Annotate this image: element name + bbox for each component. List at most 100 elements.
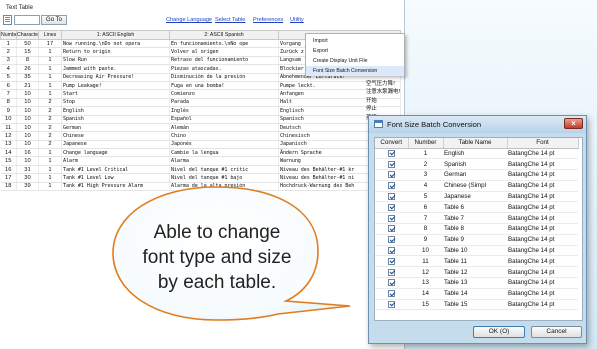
table-cell[interactable]: Table 9 xyxy=(443,234,507,246)
table-cell[interactable]: BatangChe 14 pt xyxy=(507,234,578,246)
conversion-row[interactable]: 8 Table 8 BatangChe 14 pt xyxy=(375,223,578,235)
font-size-batch-conversion-dialog: Font Size Batch Conversion × Convert Num… xyxy=(368,115,587,344)
table-cell[interactable]: 10 xyxy=(408,245,443,257)
conversion-row[interactable]: 5 Japanese BatangChe 14 pt xyxy=(375,191,578,203)
table-cell[interactable]: BatangChe 14 pt xyxy=(507,169,578,181)
conversion-row[interactable]: 10 Table 10 BatangChe 14 pt xyxy=(375,245,578,257)
table-cell[interactable]: BatangChe 14 pt xyxy=(507,223,578,235)
table-cell[interactable]: 2 xyxy=(408,158,443,171)
convert-checkbox[interactable] xyxy=(388,203,395,211)
table-cell[interactable]: 3 xyxy=(408,169,443,181)
ok-button[interactable]: OK (O) xyxy=(473,326,525,338)
table-cell[interactable]: 4 xyxy=(408,180,443,192)
table-cell[interactable]: 9 xyxy=(408,234,443,246)
table-cell[interactable]: BatangChe 14 pt xyxy=(507,191,578,203)
table-cell[interactable]: BatangChe 14 pt xyxy=(507,201,578,214)
convert-cell xyxy=(375,169,408,181)
conversion-table-body: 1 English BatangChe 14 pt 2 Spanish BatangChe… xyxy=(375,148,578,311)
convert-checkbox[interactable] xyxy=(388,300,395,308)
callout-text: Able to change font type and size by eac… xyxy=(133,220,301,295)
convert-cell xyxy=(375,277,408,289)
convert-cell xyxy=(375,191,408,203)
conversion-row[interactable]: 4 Chinese (Simpl BatangChe 14 pt xyxy=(375,180,578,192)
convert-cell xyxy=(375,266,408,279)
conversion-row[interactable]: 1 English BatangChe 14 pt xyxy=(375,148,578,160)
table-cell[interactable]: Table 14 xyxy=(443,288,507,300)
table-cell[interactable]: Spanish xyxy=(443,158,507,171)
table-cell[interactable]: 14 xyxy=(408,288,443,300)
convert-checkbox[interactable] xyxy=(388,214,395,222)
convert-cell xyxy=(375,180,408,192)
table-cell[interactable]: BatangChe 14 pt xyxy=(507,299,578,311)
cancel-button[interactable]: Cancel xyxy=(531,326,582,338)
convert-cell xyxy=(375,148,408,160)
table-cell[interactable]: 11 xyxy=(408,255,443,268)
table-cell[interactable]: 6 xyxy=(408,201,443,214)
convert-checkbox[interactable] xyxy=(388,182,395,190)
convert-checkbox[interactable] xyxy=(388,290,395,298)
convert-checkbox[interactable] xyxy=(388,279,395,287)
convert-checkbox[interactable] xyxy=(388,171,395,179)
table-cell[interactable]: Table 8 xyxy=(443,223,507,235)
conversion-table: Convert Number Table Name Font 1 English B… xyxy=(375,138,579,311)
table-cell[interactable]: 13 xyxy=(408,277,443,289)
table-cell[interactable]: 7 xyxy=(408,212,443,225)
table-cell[interactable]: Table 11 xyxy=(443,255,507,268)
dialog-table-panel: Convert Number Table Name Font 1 English B… xyxy=(374,137,583,321)
table-cell[interactable]: BatangChe 14 pt xyxy=(507,148,578,160)
convert-checkbox[interactable] xyxy=(388,257,395,265)
table-cell[interactable]: Japanese xyxy=(443,191,507,203)
convert-checkbox[interactable] xyxy=(388,236,395,244)
convert-cell xyxy=(375,255,408,268)
table-cell[interactable]: English xyxy=(443,148,507,160)
close-icon[interactable]: × xyxy=(564,118,583,129)
table-cell[interactable]: BatangChe 14 pt xyxy=(507,255,578,268)
convert-checkbox[interactable] xyxy=(388,193,395,201)
table-cell[interactable]: BatangChe 14 pt xyxy=(507,245,578,257)
table-cell[interactable]: BatangChe 14 pt xyxy=(507,212,578,225)
conversion-row[interactable]: 6 Table 6 BatangChe 14 pt xyxy=(375,201,578,214)
table-cell[interactable]: Table 10 xyxy=(443,245,507,257)
conversion-row[interactable]: 9 Table 9 BatangChe 14 pt xyxy=(375,234,578,246)
callout-line: Able to change xyxy=(153,222,281,243)
conversion-row[interactable]: 2 Spanish BatangChe 14 pt xyxy=(375,158,578,171)
column-header[interactable]: Convert xyxy=(375,138,409,149)
table-cell[interactable]: Table 6 xyxy=(443,201,507,214)
table-cell[interactable]: 15 xyxy=(408,299,443,311)
table-cell[interactable]: 1 xyxy=(408,148,443,160)
table-cell[interactable]: BatangChe 14 pt xyxy=(507,158,578,171)
conversion-row[interactable]: 15 Table 15 BatangChe 14 pt xyxy=(375,299,578,311)
table-cell[interactable]: Table 7 xyxy=(443,212,507,225)
column-header[interactable]: Number xyxy=(408,138,444,149)
table-cell[interactable]: 8 xyxy=(408,223,443,235)
table-cell[interactable]: 5 xyxy=(408,191,443,203)
column-header[interactable]: Table Name xyxy=(443,138,508,149)
convert-cell xyxy=(375,299,408,311)
convert-checkbox[interactable] xyxy=(388,160,395,168)
table-cell[interactable]: 12 xyxy=(408,266,443,279)
convert-cell xyxy=(375,245,408,257)
convert-checkbox[interactable] xyxy=(388,149,395,157)
conversion-row[interactable]: 13 Table 13 BatangChe 14 pt xyxy=(375,277,578,289)
dialog-titlebar[interactable]: Font Size Batch Conversion × xyxy=(369,116,586,133)
convert-checkbox[interactable] xyxy=(388,268,395,276)
convert-checkbox[interactable] xyxy=(388,225,395,233)
table-cell[interactable]: Table 12 xyxy=(443,266,507,279)
convert-cell xyxy=(375,223,408,235)
conversion-row[interactable]: 12 Table 12 BatangChe 14 pt xyxy=(375,266,578,279)
table-cell[interactable]: BatangChe 14 pt xyxy=(507,180,578,192)
conversion-row[interactable]: 3 German BatangChe 14 pt xyxy=(375,169,578,181)
convert-checkbox[interactable] xyxy=(388,247,395,254)
table-cell[interactable]: Table 13 xyxy=(443,277,507,289)
table-cell[interactable]: BatangChe 14 pt xyxy=(507,266,578,279)
table-cell[interactable]: Table 15 xyxy=(443,299,507,311)
conversion-row[interactable]: 7 Table 7 BatangChe 14 pt xyxy=(375,212,578,225)
table-cell[interactable]: BatangChe 14 pt xyxy=(507,277,578,289)
table-cell[interactable]: Chinese (Simpl xyxy=(443,180,507,192)
column-header[interactable]: Font xyxy=(507,138,579,149)
convert-cell xyxy=(375,234,408,246)
conversion-row[interactable]: 14 Table 14 BatangChe 14 pt xyxy=(375,288,578,300)
table-cell[interactable]: BatangChe 14 pt xyxy=(507,288,578,300)
conversion-row[interactable]: 11 Table 11 BatangChe 14 pt xyxy=(375,255,578,268)
table-cell[interactable]: German xyxy=(443,169,507,181)
